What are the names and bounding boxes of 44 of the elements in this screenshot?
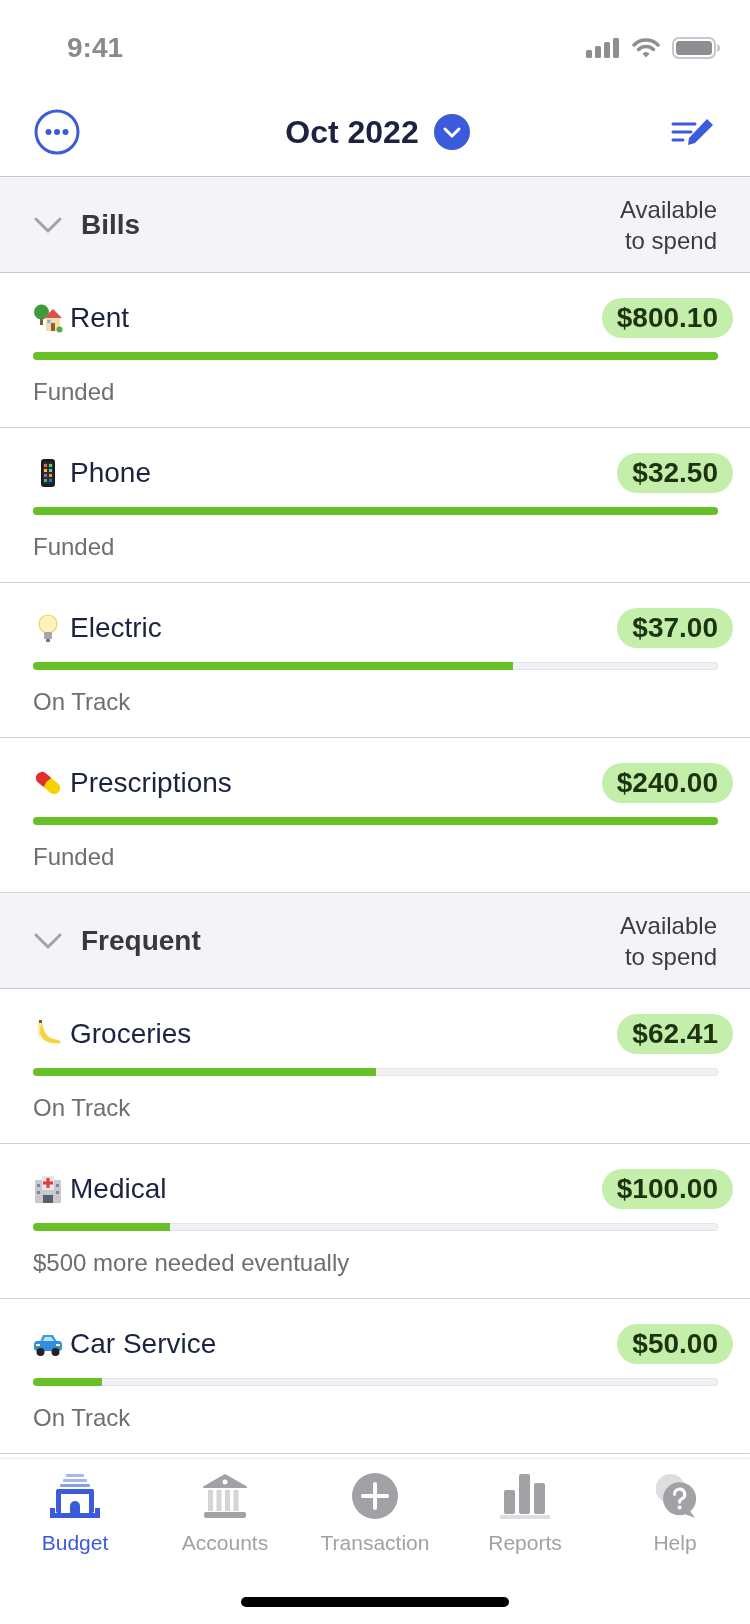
bar-chart-icon bbox=[500, 1473, 550, 1519]
wifi-icon bbox=[632, 38, 660, 58]
group-title: Bills bbox=[81, 208, 142, 241]
status-text: On Track bbox=[33, 1093, 132, 1123]
month-selector[interactable]: Oct 2022 bbox=[285, 113, 470, 151]
category-name: Prescriptions bbox=[70, 766, 233, 800]
group-title: Frequent bbox=[81, 924, 202, 957]
bank-icon bbox=[202, 1473, 248, 1519]
amount-badge: $50.00 bbox=[617, 1324, 733, 1364]
tab[interactable]: Budget bbox=[0, 1473, 150, 1555]
add-icon bbox=[352, 1473, 398, 1519]
more-button[interactable] bbox=[34, 109, 80, 155]
status-time: 9:41 bbox=[67, 31, 124, 65]
amount-badge: $37.00 bbox=[617, 608, 733, 648]
chevron-down-icon bbox=[433, 114, 470, 150]
category-name: Rent bbox=[70, 301, 131, 335]
edit-button[interactable] bbox=[671, 117, 715, 147]
status-text: $500 more needed eventually bbox=[33, 1248, 351, 1278]
hospital-icon bbox=[33, 1174, 63, 1204]
status-text: On Track bbox=[33, 1403, 132, 1433]
category-name: Car Service bbox=[70, 1327, 218, 1361]
column-label: Available to spend bbox=[619, 910, 717, 972]
status-text: Funded bbox=[33, 842, 116, 872]
status-text: Funded bbox=[33, 532, 116, 562]
battery-icon bbox=[672, 37, 720, 59]
more-icon bbox=[34, 109, 80, 155]
stacked-tray-icon bbox=[50, 1473, 100, 1519]
amount-badge: $240.00 bbox=[601, 763, 733, 803]
column-label: Available to spend bbox=[619, 194, 717, 256]
status-text: Funded bbox=[33, 377, 116, 407]
amount-badge: $62.41 bbox=[617, 1014, 733, 1054]
group-header[interactable]: Frequent Available to spend bbox=[0, 893, 750, 989]
house-icon bbox=[33, 303, 63, 333]
group-header[interactable]: Bills Available to spend bbox=[0, 177, 750, 273]
signal-icon bbox=[586, 38, 620, 58]
amount-badge: $32.50 bbox=[617, 453, 733, 493]
amount-badge: $800.10 bbox=[601, 298, 733, 338]
category-name: Medical bbox=[70, 1172, 168, 1206]
category-name: Phone bbox=[70, 456, 152, 490]
edit-icon bbox=[671, 117, 715, 147]
category-name: Electric bbox=[70, 611, 163, 645]
amount-badge: $100.00 bbox=[601, 1169, 733, 1209]
status-text: On Track bbox=[33, 687, 132, 717]
category-name: Groceries bbox=[70, 1017, 193, 1051]
